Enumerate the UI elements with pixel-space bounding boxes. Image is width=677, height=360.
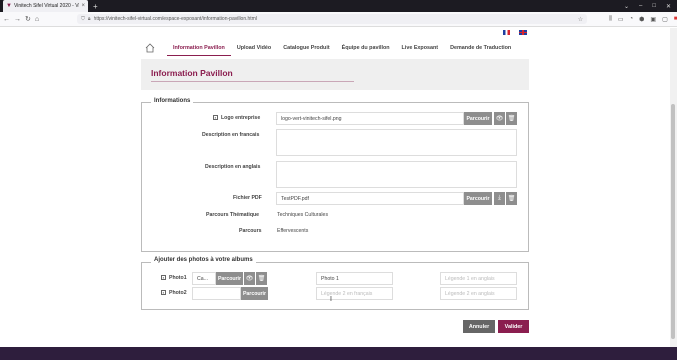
chat-icon[interactable]: ▢: [662, 16, 668, 23]
lock-icon: 🔒︎: [87, 16, 91, 22]
photos-legend: Ajouter des photos à votre albums: [151, 257, 256, 263]
close-window-icon[interactable]: ✕: [666, 3, 671, 10]
desc-en-textarea[interactable]: [276, 161, 517, 188]
library-icon[interactable]: ⫼: [609, 16, 612, 23]
informations-legend: Informations: [151, 98, 194, 104]
photo1-label-text: Photo1: [169, 275, 187, 281]
flag-fr-icon[interactable]: [503, 30, 510, 35]
photo1-label: ▪ Photo1: [161, 275, 187, 281]
trash-icon[interactable]: 🗑︎: [506, 112, 517, 125]
bookmark-star-icon[interactable]: ☆: [578, 16, 583, 23]
photo1-caption-en[interactable]: Légende 1 en anglais: [440, 272, 517, 285]
tab-catalogue-produit[interactable]: Catalogue Produit: [277, 40, 335, 56]
submit-button[interactable]: Valider: [498, 320, 529, 333]
shield-icon: ⛉: [81, 16, 85, 22]
sidebar-icon[interactable]: ▭: [618, 16, 624, 23]
desc-fr-textarea[interactable]: [276, 129, 517, 156]
new-tab-icon[interactable]: +: [93, 2, 98, 11]
trash-icon[interactable]: 🗑︎: [256, 272, 267, 285]
tab-live-exposant[interactable]: Live Exposant: [396, 40, 445, 56]
home-icon[interactable]: [145, 43, 155, 53]
text-cursor-icon: I: [330, 296, 332, 303]
parcours-thematique-value: Techniques Culturales: [277, 212, 329, 218]
screenshot-icon[interactable]: ▣: [650, 16, 656, 23]
address-bar[interactable]: ⛉ 🔒︎ https://vinitech-sifel-virtual.com/…: [77, 14, 588, 24]
toolbar-icons: ⫼ ▭ ◔ ⬢ ▣ ▢ ■ ≡: [609, 16, 677, 23]
photo2-file-field[interactable]: [192, 287, 241, 300]
logo-label-text: Logo entreprise: [221, 115, 261, 121]
forward-icon[interactable]: →: [14, 16, 21, 23]
photo2-browse-button[interactable]: Parcourir: [241, 287, 268, 300]
logo-label: ▪ Logo entreprise: [213, 115, 260, 121]
image-icon: ▪: [161, 275, 166, 281]
window-controls: ⌄ – □ ✕: [624, 3, 677, 10]
site-nav: Information Pavillon Upload Vidéo Catalo…: [145, 40, 517, 56]
home-browser-icon[interactable]: ⌂: [35, 16, 39, 23]
close-tab-icon[interactable]: ×: [81, 3, 85, 9]
trash-icon[interactable]: 🗑︎: [506, 192, 517, 205]
minimize-icon[interactable]: –: [639, 3, 642, 10]
page-title: Information Pavillon: [151, 68, 233, 78]
parcours-thematique-label: Parcours Thématique: [206, 212, 260, 218]
parcours-value: Effervescents: [277, 228, 309, 234]
pocket-icon[interactable]: ◔: [630, 16, 634, 23]
eye-icon[interactable]: 👁︎: [494, 112, 505, 125]
desc-en-label: Description en anglais: [205, 164, 261, 170]
flag-en-icon[interactable]: [519, 30, 527, 35]
tab-upload-video[interactable]: Upload Vidéo: [231, 40, 277, 56]
tab-equipe-pavillon[interactable]: Équipe du pavillon: [336, 40, 396, 56]
url-text: https://vinitech-sifel-virtual.com/espac…: [93, 16, 257, 22]
pdf-browse-button[interactable]: Parcourir: [464, 192, 492, 205]
download-icon[interactable]: ⤓: [494, 192, 505, 205]
chevron-down-icon[interactable]: ⌄: [624, 3, 629, 10]
cancel-button[interactable]: Annuler: [463, 320, 495, 333]
photo2-caption-fr[interactable]: Légende 2 en français: [316, 287, 393, 300]
browser-tab-bar: ▼ Vinitech Sifel Virtual 2020 - Vin... ×…: [0, 0, 677, 12]
tab-information-pavillon[interactable]: Information Pavillon: [167, 40, 231, 56]
browser-toolbar: ← → ↻ ⌂ ⛉ 🔒︎ https://vinitech-sifel-virt…: [0, 12, 677, 27]
site-favicon-icon: ▼: [6, 3, 12, 9]
pdf-label: Fichier PDF: [233, 195, 262, 201]
scrollbar-thumb[interactable]: [671, 104, 675, 339]
reload-icon[interactable]: ↻: [25, 15, 31, 23]
photo2-label-text: Photo2: [169, 290, 187, 296]
pdf-file-field[interactable]: TestPDF.pdf: [276, 192, 464, 205]
browser-tab-title: Vinitech Sifel Virtual 2020 - Vin...: [14, 3, 80, 9]
extensions-icon[interactable]: ⬢: [639, 16, 644, 23]
site-footer: [0, 347, 677, 360]
tab-demande-traduction[interactable]: Demande de Traduction: [444, 40, 517, 56]
image-icon: ▪: [213, 115, 218, 121]
photo2-label: ▪ Photo2: [161, 290, 187, 296]
logo-browse-button[interactable]: Parcourir: [464, 112, 492, 125]
desc-fr-label: Description en francais: [202, 132, 260, 138]
title-underline: [151, 81, 354, 82]
image-icon: ▪: [161, 290, 166, 296]
photo1-browse-button[interactable]: Parcourir: [216, 272, 243, 285]
photo1-file-field[interactable]: Ca...: [192, 272, 216, 285]
eye-icon[interactable]: 👁︎: [244, 272, 255, 285]
browser-tab[interactable]: ▼ Vinitech Sifel Virtual 2020 - Vin... ×: [3, 0, 88, 12]
maximize-icon[interactable]: □: [652, 3, 656, 10]
photo2-caption-en[interactable]: Légende 2 en anglais: [440, 287, 517, 300]
photo1-caption-fr[interactable]: Photo 1: [316, 272, 393, 285]
parcours-label: Parcours: [239, 228, 262, 234]
photos-fieldset: [141, 262, 529, 310]
back-icon[interactable]: ←: [3, 16, 10, 23]
logo-file-field[interactable]: logo-vert-vinitech-sifel.png: [276, 112, 464, 125]
